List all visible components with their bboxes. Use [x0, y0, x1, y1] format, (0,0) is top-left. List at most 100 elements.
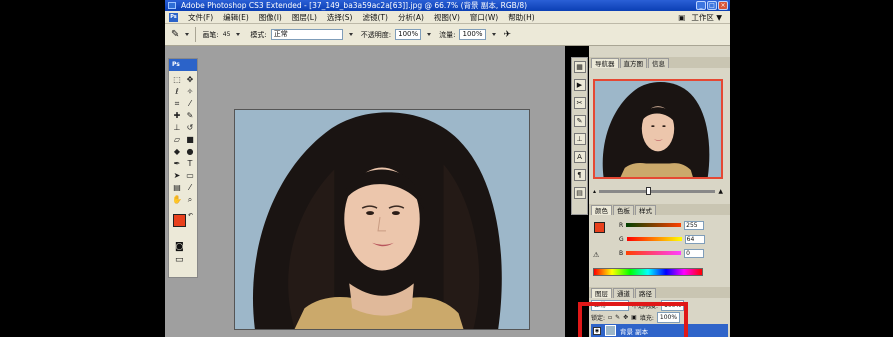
- clone-source-icon[interactable]: ⊥: [573, 133, 586, 145]
- layer-comps-icon[interactable]: ▤: [573, 187, 586, 199]
- paragraph-panel-icon[interactable]: ¶: [573, 169, 586, 181]
- path-selection-tool-icon[interactable]: ➤: [171, 170, 183, 181]
- move-tool-icon[interactable]: ✥: [184, 74, 196, 85]
- flow-dropdown-arrow[interactable]: [491, 33, 496, 36]
- menu-filter[interactable]: 滤镜(T): [363, 12, 388, 23]
- brush-size[interactable]: 45: [223, 31, 231, 38]
- maximize-button[interactable]: □: [707, 1, 717, 10]
- zoom-tool-icon[interactable]: ⌕: [184, 194, 196, 205]
- clone-stamp-tool-icon[interactable]: ⊥: [171, 122, 183, 133]
- green-value-field[interactable]: 64: [684, 234, 705, 244]
- red-slider[interactable]: [626, 223, 682, 227]
- tools-panel-header[interactable]: Ps: [169, 59, 197, 71]
- color-tabs: 颜色 色板 样式: [589, 204, 730, 215]
- zoom-out-icon[interactable]: ▴: [593, 188, 596, 195]
- history-brush-tool-icon[interactable]: ↺: [184, 122, 196, 133]
- layer-row-active[interactable]: ◉ 背景 副本: [591, 324, 728, 337]
- opacity-dropdown-arrow[interactable]: [427, 33, 432, 36]
- green-slider[interactable]: [626, 237, 682, 241]
- gradient-tool-icon[interactable]: ■: [184, 134, 196, 145]
- brush-picker-dropdown[interactable]: [236, 33, 241, 36]
- menu-analysis[interactable]: 分析(A): [398, 12, 424, 23]
- gamut-warning-icon[interactable]: ⚠: [593, 251, 599, 259]
- menu-layer[interactable]: 图层(L): [292, 12, 317, 23]
- document-canvas[interactable]: [234, 109, 530, 330]
- brushes-panel-icon[interactable]: ✎: [573, 115, 586, 127]
- navigator-thumbnail[interactable]: [593, 79, 723, 179]
- menu-help[interactable]: 帮助(H): [508, 12, 535, 23]
- blue-value-field[interactable]: 0: [684, 248, 705, 258]
- blue-label: B: [619, 249, 624, 257]
- character-panel-icon[interactable]: A: [573, 151, 586, 163]
- crop-tool-icon[interactable]: ⌗: [171, 98, 183, 109]
- magic-wand-tool-icon[interactable]: ✧: [184, 86, 196, 97]
- menu-view[interactable]: 视图(V): [434, 12, 460, 23]
- lasso-tool-icon[interactable]: ℓ: [171, 86, 183, 97]
- airbrush-icon[interactable]: ✈: [504, 30, 512, 40]
- eraser-tool-icon[interactable]: ▱: [171, 134, 183, 145]
- eyedropper2-tool-icon[interactable]: ⁄: [184, 182, 196, 193]
- tab-histogram[interactable]: 直方图: [619, 58, 647, 68]
- layer-opacity-field[interactable]: 100%: [661, 300, 685, 311]
- hand-tool-icon[interactable]: ✋: [171, 194, 183, 205]
- quick-mask-icon[interactable]: ◙: [169, 242, 197, 252]
- layer-visibility-eye-icon[interactable]: ◉: [593, 326, 601, 335]
- workspace-area: ▣ 工作区 ▼: [678, 12, 722, 23]
- workspace-button[interactable]: 工作区 ▼: [691, 12, 722, 23]
- menu-image[interactable]: 图像(I): [259, 12, 282, 23]
- pen-tool-icon[interactable]: ✒: [171, 158, 183, 169]
- lock-all-icon[interactable]: ▣: [631, 314, 637, 321]
- tab-color[interactable]: 颜色: [591, 205, 612, 215]
- tool-preset-dropdown[interactable]: [185, 33, 190, 36]
- close-button[interactable]: ×: [718, 1, 728, 10]
- type-tool-icon[interactable]: T: [184, 158, 196, 169]
- tab-layers[interactable]: 图层: [591, 288, 612, 298]
- fill-field[interactable]: 100%: [656, 312, 681, 323]
- screen-mode-icon[interactable]: ▭: [169, 255, 197, 265]
- actions-panel-icon[interactable]: ▶: [573, 79, 586, 91]
- tab-navigator[interactable]: 导航器: [591, 58, 619, 68]
- zoom-slider[interactable]: [599, 186, 716, 195]
- tab-info[interactable]: 信息: [648, 58, 669, 68]
- healing-brush-tool-icon[interactable]: ✚: [171, 110, 183, 121]
- foreground-color-swatch[interactable]: [173, 214, 186, 227]
- tool-presets-icon[interactable]: ✂: [573, 97, 586, 109]
- notes-tool-icon[interactable]: ▤: [171, 182, 183, 193]
- bridge-icon[interactable]: ▣: [678, 13, 685, 22]
- mode-value: 正常: [273, 30, 288, 38]
- zoom-slider-knob[interactable]: [645, 186, 651, 195]
- red-value-field[interactable]: 255: [684, 220, 705, 230]
- tab-swatches[interactable]: 色板: [613, 205, 634, 215]
- menu-select[interactable]: 选择(S): [327, 12, 353, 23]
- tab-styles[interactable]: 样式: [635, 205, 656, 215]
- shape-tool-icon[interactable]: ▭: [184, 170, 196, 181]
- minimize-button[interactable]: _: [696, 1, 706, 10]
- lock-pixels-icon[interactable]: ✎: [615, 314, 620, 321]
- zoom-in-icon[interactable]: ▲: [718, 188, 723, 195]
- lock-position-icon[interactable]: ✥: [623, 314, 628, 321]
- brush-tool-icon[interactable]: ✎: [171, 29, 179, 40]
- tab-paths[interactable]: 路径: [635, 288, 656, 298]
- menu-file[interactable]: 文件(F): [188, 12, 213, 23]
- brush-tool-icon[interactable]: ✎: [184, 110, 196, 121]
- blur-tool-icon[interactable]: ◆: [171, 146, 183, 157]
- dodge-tool-icon[interactable]: ●: [184, 146, 196, 157]
- blue-slider[interactable]: [626, 251, 682, 255]
- menu-edit[interactable]: 编辑(E): [223, 12, 249, 23]
- blend-mode-select[interactable]: 正常: [591, 300, 629, 311]
- tab-channels[interactable]: 通道: [613, 288, 634, 298]
- swap-colors-icon[interactable]: ↶: [188, 212, 193, 219]
- flow-field[interactable]: 100%: [459, 29, 486, 40]
- color-spectrum-bar[interactable]: [593, 268, 703, 276]
- marquee-tool-icon[interactable]: ⬚: [171, 74, 183, 85]
- layer-thumbnail: [605, 325, 616, 336]
- mode-dropdown-arrow[interactable]: [348, 33, 353, 36]
- opacity-field[interactable]: 100%: [395, 29, 422, 40]
- lock-transparency-icon[interactable]: ▫: [608, 314, 612, 321]
- menu-window[interactable]: 窗口(W): [470, 12, 498, 23]
- color-panel-foreground[interactable]: [594, 222, 605, 233]
- mode-select[interactable]: 正常: [270, 29, 343, 40]
- history-panel-icon[interactable]: ▦: [573, 61, 586, 73]
- eyedropper-tool-icon[interactable]: ⁄: [184, 98, 196, 109]
- blue-channel-row: B 0: [619, 248, 719, 258]
